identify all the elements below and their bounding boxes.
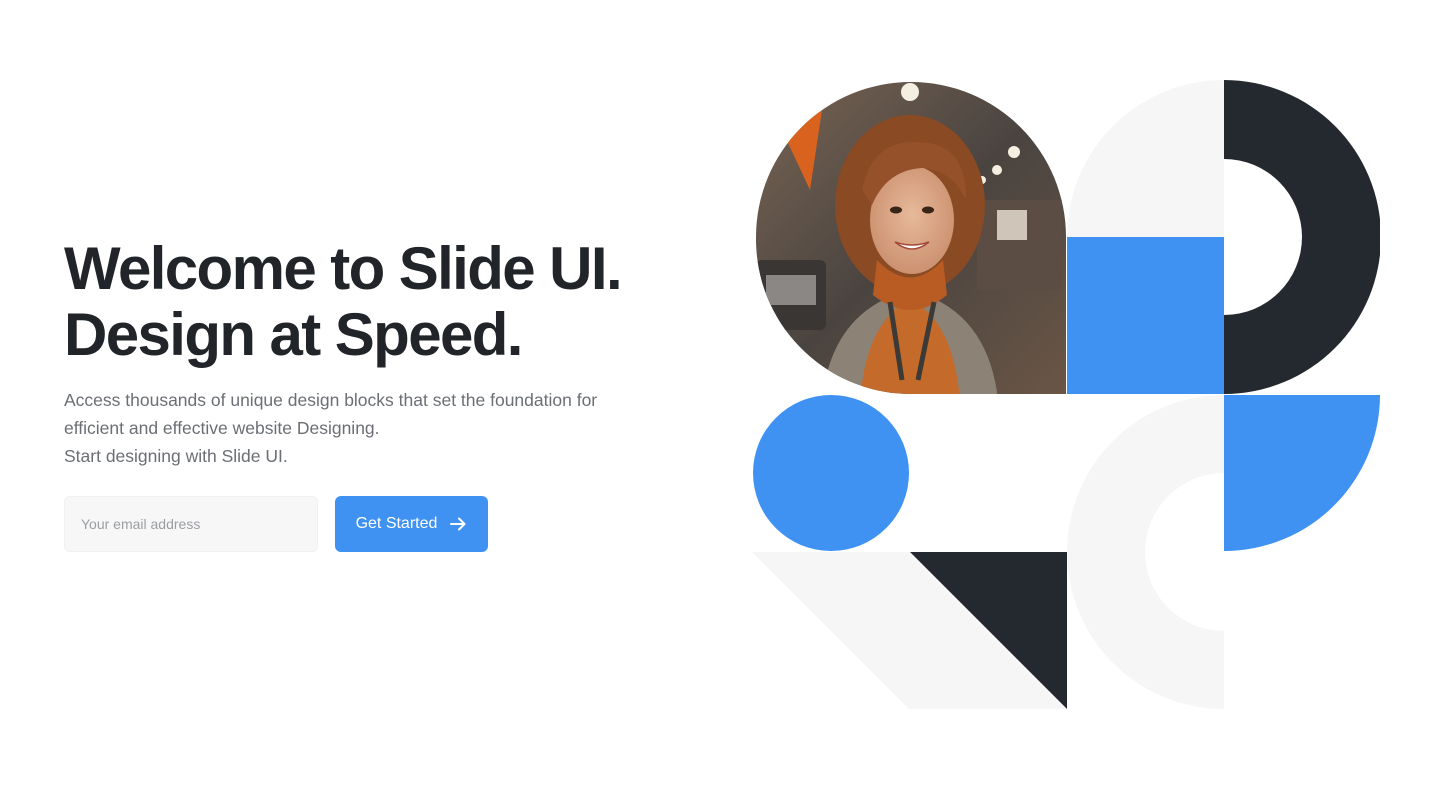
description-line-1: Access thousands of unique design blocks…	[64, 390, 598, 410]
hero-headline: Welcome to Slide UI. Design at Speed.	[64, 236, 704, 368]
get-started-label: Get Started	[355, 515, 438, 532]
portrait-photo	[755, 82, 1066, 394]
hero-description: Access thousands of unique design blocks…	[64, 386, 684, 470]
headline-line-1: Welcome to Slide UI.	[64, 235, 623, 302]
light-ring-bottom	[1067, 395, 1224, 709]
get-started-button[interactable]: Get Started	[335, 496, 488, 552]
arrow-right-icon	[449, 515, 467, 533]
description-line-2: efficient and effective website Designin…	[64, 418, 380, 438]
blue-square	[1067, 237, 1224, 394]
signup-form: Get Started	[64, 496, 488, 552]
email-input[interactable]	[64, 496, 318, 552]
light-quarter-circle-top	[1067, 80, 1224, 237]
hero-illustration	[752, 80, 1380, 710]
description-line-3: Start designing with Slide UI.	[64, 446, 288, 466]
landing-page: Welcome to Slide UI. Design at Speed. Ac…	[0, 0, 1440, 789]
geometric-shapes	[752, 80, 1380, 709]
dark-half-ring	[1224, 80, 1380, 394]
headline-line-2: Design at Speed.	[64, 301, 523, 368]
blue-circle	[753, 395, 909, 551]
blue-quarter-circle	[1224, 395, 1380, 551]
hero-section: Welcome to Slide UI. Design at Speed. Ac…	[64, 236, 704, 470]
